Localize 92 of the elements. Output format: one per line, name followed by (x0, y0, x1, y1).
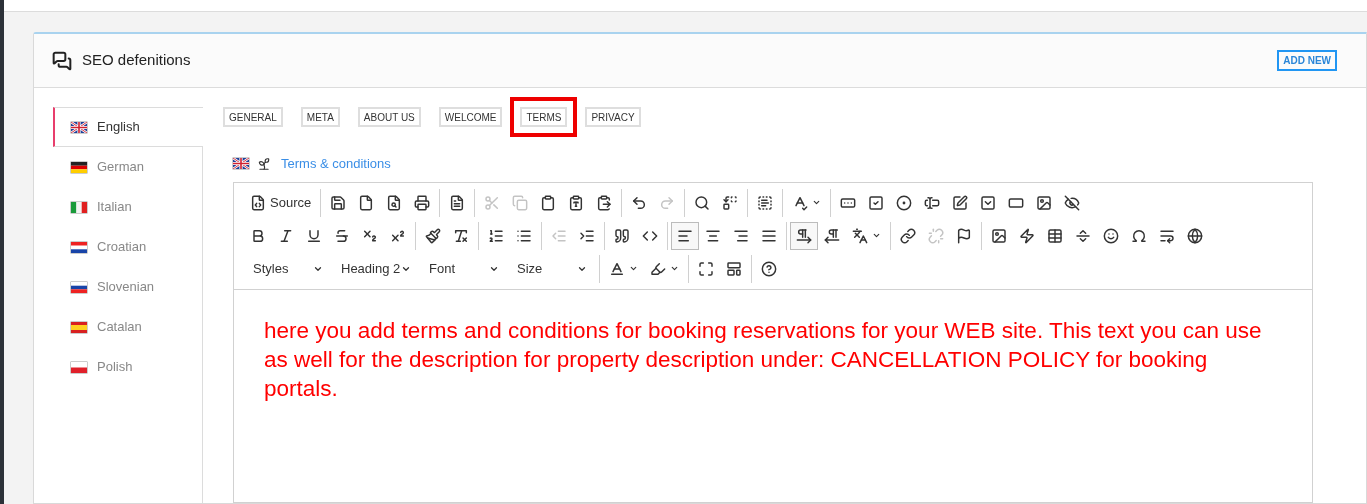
caret-icon (872, 231, 881, 240)
redo-icon (659, 194, 676, 211)
language-name: English (97, 118, 140, 137)
add-new-button[interactable]: ADD NEW (1277, 50, 1337, 71)
flag-icon (71, 241, 87, 253)
strikethrough-icon (334, 227, 350, 244)
section-tab[interactable]: ABOUT US (357, 107, 421, 127)
numbered-list-icon (488, 227, 504, 244)
section-tab[interactable]: PRIVACY (585, 107, 641, 127)
document-icon (449, 194, 466, 211)
globe-icon (1187, 227, 1203, 244)
text-color-icon (609, 260, 625, 277)
unlink-icon (928, 227, 944, 244)
flag-icon (71, 161, 87, 173)
italic-icon (278, 227, 294, 244)
omega-icon (1131, 227, 1147, 244)
clipboard-icon (540, 194, 557, 211)
toolbar-button[interactable] (790, 221, 818, 250)
scissors-icon (484, 194, 501, 211)
chat-bubbles-icon (52, 50, 72, 71)
smiley-icon (1103, 227, 1119, 244)
spellcheck-icon (792, 194, 809, 211)
select-icon (980, 194, 997, 211)
flag-icon (71, 201, 87, 213)
language-name: Slovenian (97, 278, 155, 297)
flag-icon (956, 227, 972, 244)
underline-icon (306, 227, 322, 244)
blank-page-icon (358, 194, 375, 211)
undo-icon (631, 194, 648, 211)
flag-icon (71, 121, 87, 133)
caret-icon (812, 198, 822, 207)
language-tab[interactable]: English (53, 107, 203, 147)
language-name: Polish (97, 358, 133, 377)
remove-format-icon (453, 227, 469, 244)
toolbar-button[interactable] (671, 221, 699, 250)
table-icon (1047, 227, 1063, 244)
dropdown-combo[interactable]: Size (508, 255, 596, 282)
printer-icon (414, 194, 431, 211)
page-magnifier-icon (386, 194, 403, 211)
textarea-icon (952, 194, 969, 211)
panel-title: SEO defenitions (82, 50, 191, 71)
pilcrow-left-icon (824, 227, 840, 244)
caret-icon (670, 264, 679, 273)
language-name: Catalan (97, 318, 142, 337)
section-title: Terms & conditions (281, 155, 391, 173)
image-button-icon (1036, 194, 1053, 211)
bolt-icon (1019, 227, 1035, 244)
hidden-field-icon (1064, 194, 1081, 211)
editor-text: here you add terms and conditions for booking reservations for your WEB site. This text you can use as well for the description for property description under: CANCELLATION POLICY for booking portals. (264, 316, 1263, 403)
flag-icon (233, 158, 249, 170)
language-tab[interactable]: German (53, 147, 202, 187)
section-tab[interactable]: WELCOME (438, 107, 503, 127)
link-icon (900, 227, 916, 244)
pilcrow-right-icon (796, 227, 812, 244)
language-tab[interactable]: Slovenian (53, 267, 202, 307)
checkbox-icon (868, 194, 885, 211)
horizontal-rule-icon (1075, 227, 1091, 244)
language-tab[interactable]: Polish (53, 347, 202, 387)
language-name: Croatian (97, 238, 147, 257)
language-tab[interactable]: Catalan (53, 307, 202, 347)
dropdown-combo[interactable]: Heading 2 (332, 255, 420, 282)
clipboard-text-icon (568, 194, 585, 211)
language-name: German (97, 158, 144, 177)
replace-icon (722, 194, 739, 211)
dropdown-combo[interactable]: Font (420, 255, 508, 282)
language-tab[interactable]: Italian (53, 187, 202, 227)
quote-icon (614, 227, 630, 244)
blocks-icon (726, 260, 742, 277)
image-icon (991, 227, 1007, 244)
text-field-icon (924, 194, 941, 211)
clipboard-paste-icon (596, 194, 613, 211)
section-tab[interactable]: META (300, 107, 340, 127)
section-tab[interactable]: GENERAL (223, 107, 283, 127)
copy-icon (512, 194, 529, 211)
search-icon (694, 194, 711, 211)
help-icon (761, 260, 777, 277)
section-tab[interactable]: TERMS (520, 107, 568, 127)
flag-icon (71, 321, 87, 333)
highlighter-icon (650, 260, 666, 277)
dropdown-combo[interactable]: Styles (244, 255, 332, 282)
toolbar-button[interactable]: Source (244, 188, 318, 217)
radio-icon (896, 194, 913, 211)
paintbrush-icon (425, 227, 441, 244)
language-icon (852, 227, 868, 244)
language-name: Italian (97, 198, 132, 217)
caret-icon (629, 264, 638, 273)
sprout-icon (257, 156, 271, 171)
maximize-icon (698, 260, 714, 277)
bold-icon (250, 227, 266, 244)
text-select-icon (757, 194, 774, 211)
code-file-icon (250, 194, 266, 211)
language-tab[interactable]: Croatian (53, 227, 202, 267)
